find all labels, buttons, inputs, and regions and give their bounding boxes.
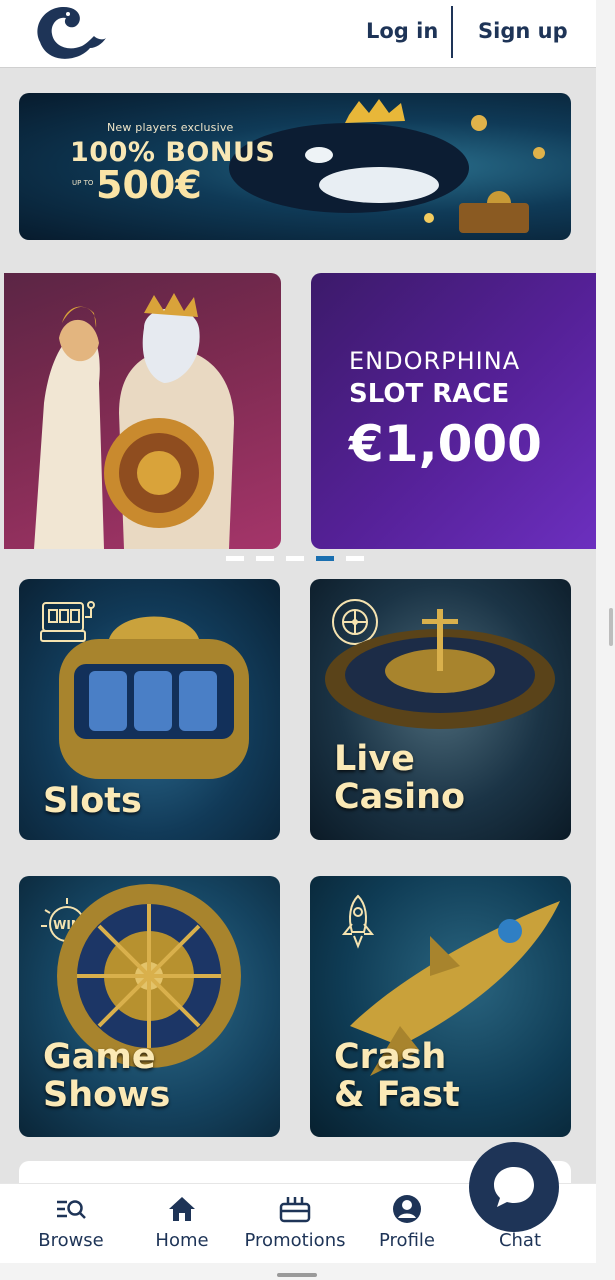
page: Log in Sign up New players exclusive 100… xyxy=(0,0,615,1280)
nav-label: Chat xyxy=(498,1230,542,1251)
login-button[interactable]: Log in xyxy=(366,0,438,62)
category-slots[interactable]: Slots xyxy=(19,579,280,840)
home-indicator[interactable] xyxy=(277,1273,317,1277)
category-label: Slots xyxy=(43,781,142,821)
category-crash-fast[interactable]: Crash & Fast xyxy=(310,876,571,1137)
slot-race-title: SLOT RACE xyxy=(349,379,510,409)
bonus-amount: 500€ xyxy=(96,163,202,207)
nav-label: Browse xyxy=(38,1230,104,1251)
category-label: Live Casino xyxy=(334,739,466,817)
carousel-dot-5[interactable] xyxy=(346,556,364,561)
scrollbar-thumb[interactable] xyxy=(609,608,613,646)
nav-browse[interactable]: Browse xyxy=(16,1184,126,1264)
carousel-dot-4[interactable] xyxy=(316,556,334,561)
nav-promotions[interactable]: Promotions xyxy=(240,1184,350,1264)
carousel-dot-2[interactable] xyxy=(256,556,274,561)
browse-search-icon xyxy=(16,1194,126,1224)
carousel-slide-endorphina[interactable]: ENDORPHINA SLOT RACE €1,000 xyxy=(311,273,596,549)
orca-logo-icon[interactable] xyxy=(28,2,108,64)
profile-icon xyxy=(352,1194,462,1224)
category-label: Game Shows xyxy=(43,1037,171,1115)
bonus-subtitle: New players exclusive xyxy=(107,121,234,134)
chat-launcher-button[interactable] xyxy=(469,1142,559,1232)
promo-carousel[interactable]: ENDORPHINA SLOT RACE €1,000 xyxy=(4,273,596,550)
signup-button[interactable]: Sign up xyxy=(478,0,568,62)
bonus-upto: UP TO xyxy=(72,179,94,187)
nav-label: Home xyxy=(155,1230,209,1251)
slot-race-prize: €1,000 xyxy=(349,415,542,473)
carousel-slide-zeus[interactable] xyxy=(4,273,281,549)
nav-profile[interactable]: Profile xyxy=(352,1184,462,1264)
nav-label: Promotions xyxy=(244,1230,346,1251)
carousel-dot-1[interactable] xyxy=(226,556,244,561)
zeus-athena-illustration xyxy=(34,293,234,549)
gift-icon xyxy=(240,1194,350,1224)
endorphina-brand: ENDORPHINA xyxy=(349,347,521,375)
home-icon xyxy=(127,1194,237,1224)
scrollbar-track xyxy=(596,0,615,1280)
header: Log in Sign up xyxy=(0,0,596,68)
category-label: Crash & Fast xyxy=(334,1037,460,1115)
welcome-bonus-banner[interactable]: New players exclusive 100% BONUS UP TO 5… xyxy=(19,93,571,240)
category-game-shows[interactable]: WIN Game Shows xyxy=(19,876,280,1137)
nav-label: Profile xyxy=(379,1230,435,1251)
auth-divider xyxy=(451,6,453,58)
category-live-casino[interactable]: Live Casino xyxy=(310,579,571,840)
system-bar xyxy=(0,1263,615,1280)
chat-icon xyxy=(494,1167,534,1207)
carousel-dot-3[interactable] xyxy=(286,556,304,561)
nav-home[interactable]: Home xyxy=(127,1184,237,1264)
